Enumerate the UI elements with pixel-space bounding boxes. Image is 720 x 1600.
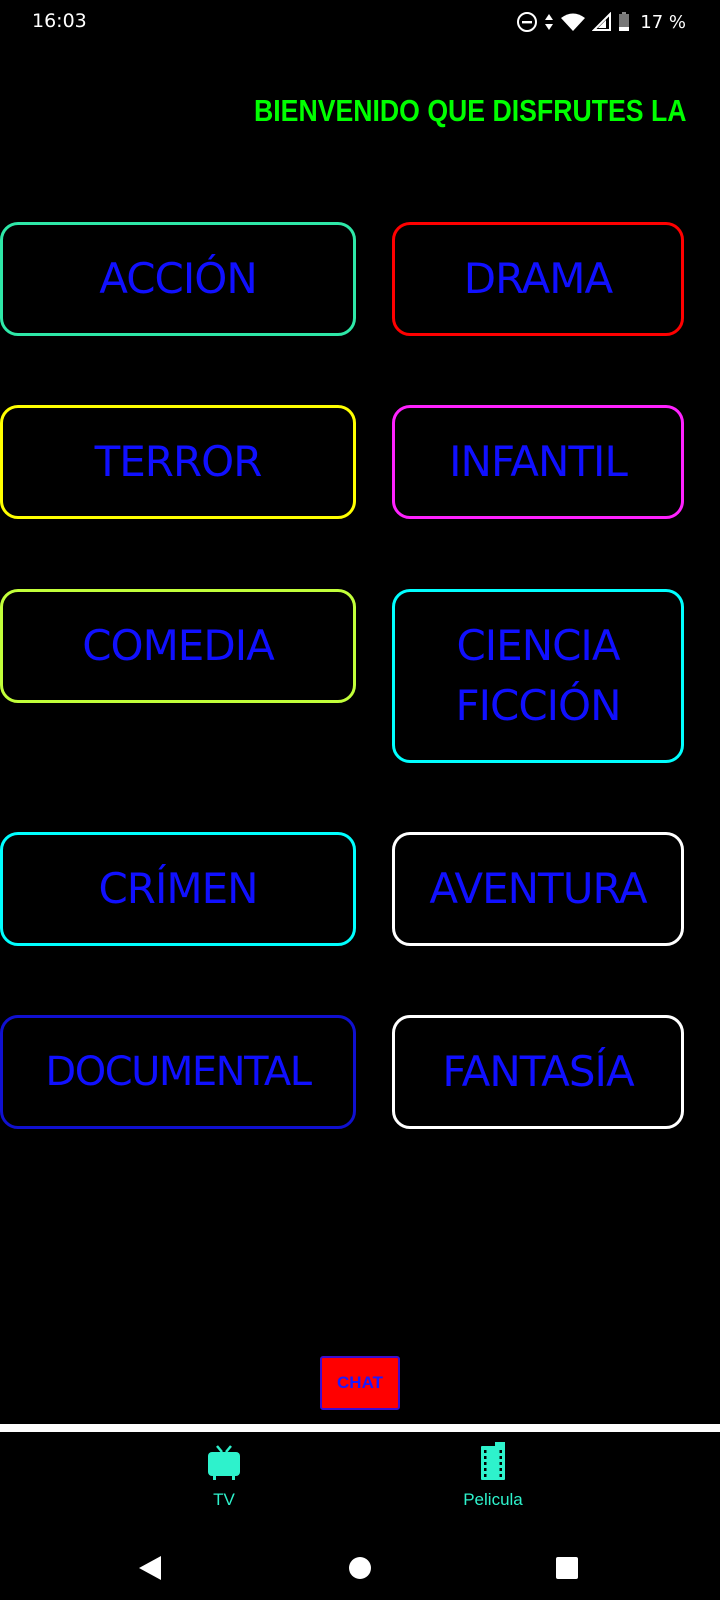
genre-button-documental[interactable]: DOCUMENTAL bbox=[0, 1015, 356, 1129]
data-arrows-icon bbox=[545, 14, 554, 30]
home-button[interactable] bbox=[340, 1548, 380, 1588]
nav-item-tv[interactable]: TV bbox=[164, 1442, 284, 1510]
recents-icon bbox=[556, 1557, 578, 1579]
nav-item-pelicula[interactable]: Pelicula bbox=[433, 1442, 553, 1510]
back-icon bbox=[139, 1556, 161, 1580]
genre-label: DRAMA bbox=[463, 254, 614, 303]
recents-button[interactable] bbox=[547, 1548, 587, 1588]
genre-label: CIENCIA FICCIÓN bbox=[455, 621, 621, 730]
bottom-navigation: TV Pelicula bbox=[0, 1432, 720, 1514]
genre-button-accion[interactable]: ACCIÓN bbox=[0, 222, 356, 336]
genre-button-ciencia-ficcion[interactable]: CIENCIA FICCIÓN bbox=[392, 589, 684, 763]
nav-label-tv: TV bbox=[213, 1490, 235, 1509]
battery-percentage: 17 % bbox=[640, 11, 686, 33]
signal-icon bbox=[592, 12, 612, 31]
genre-button-aventura[interactable]: AVENTURA bbox=[392, 832, 684, 946]
genre-label: TERROR bbox=[94, 437, 263, 486]
welcome-text: BIENVENIDO QUE DISFRUTES LA bbox=[254, 93, 687, 128]
welcome-marquee: BIENVENIDO QUE DISFRUTES LA bbox=[254, 88, 720, 134]
status-bar: 16:03 17 % bbox=[0, 0, 720, 44]
genre-label: COMEDIA bbox=[82, 621, 275, 670]
home-icon bbox=[349, 1557, 371, 1579]
genre-label: ACCIÓN bbox=[99, 254, 258, 303]
genre-label: FANTASÍA bbox=[442, 1047, 634, 1096]
genre-label: AVENTURA bbox=[429, 864, 647, 913]
system-navigation-bar bbox=[0, 1530, 720, 1600]
wifi-icon bbox=[561, 13, 586, 31]
back-button[interactable] bbox=[130, 1548, 170, 1588]
status-icons: 17 % bbox=[516, 9, 686, 35]
genre-label: INFANTIL bbox=[449, 437, 628, 486]
genre-button-infantil[interactable]: INFANTIL bbox=[392, 405, 684, 519]
nav-label-pelicula: Pelicula bbox=[463, 1490, 523, 1509]
tv-icon bbox=[208, 1445, 240, 1480]
genre-button-crimen[interactable]: CRÍMEN bbox=[0, 832, 356, 946]
do-not-disturb-icon bbox=[517, 12, 538, 32]
chat-button[interactable]: CHAT bbox=[320, 1356, 400, 1410]
genre-label: CRÍMEN bbox=[98, 864, 258, 913]
genre-label: DOCUMENTAL bbox=[45, 1049, 312, 1095]
bottom-nav-divider bbox=[0, 1424, 720, 1432]
genre-button-terror[interactable]: TERROR bbox=[0, 405, 356, 519]
genre-button-drama[interactable]: DRAMA bbox=[392, 222, 684, 336]
status-time: 16:03 bbox=[32, 10, 87, 32]
battery-icon bbox=[619, 12, 630, 31]
chat-button-label: CHAT bbox=[337, 1373, 383, 1392]
genre-button-fantasia[interactable]: FANTASÍA bbox=[392, 1015, 684, 1129]
film-icon bbox=[481, 1442, 505, 1480]
genre-button-comedia[interactable]: COMEDIA bbox=[0, 589, 356, 703]
